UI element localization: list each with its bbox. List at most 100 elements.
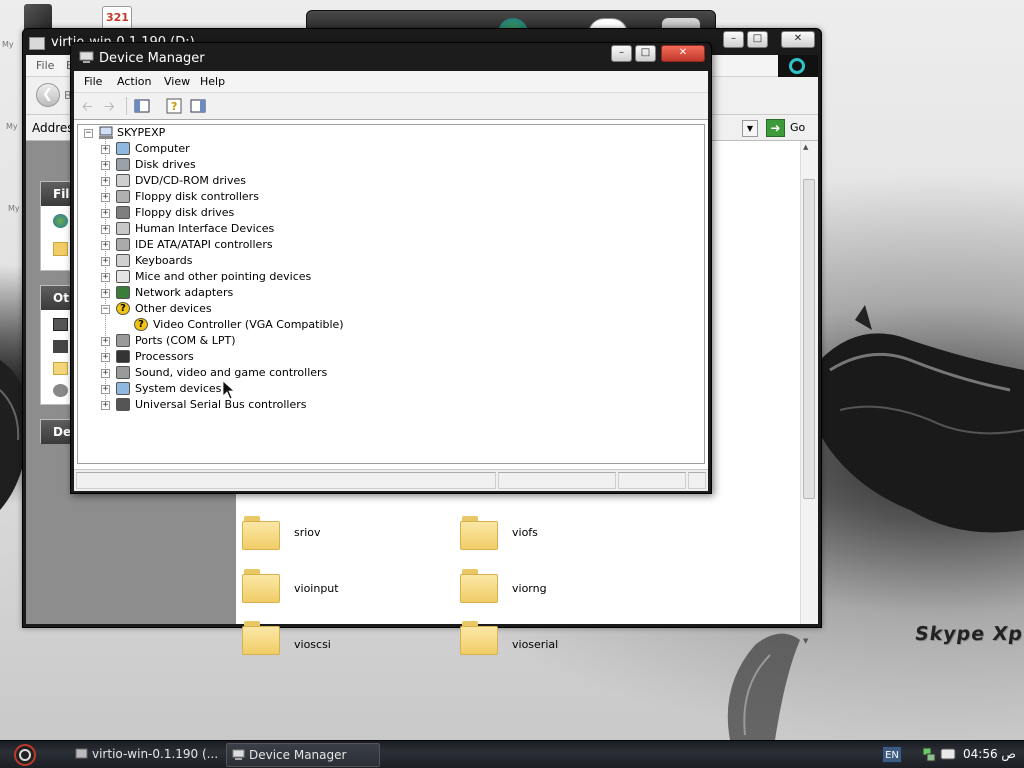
folder-label[interactable]: sriov bbox=[294, 526, 321, 539]
folder-icon[interactable] bbox=[242, 516, 280, 550]
folder-label[interactable]: vioinput bbox=[294, 582, 339, 595]
dm-menu-action[interactable]: Action bbox=[117, 75, 151, 88]
hid-icon bbox=[116, 222, 130, 235]
folder-label[interactable]: vioserial bbox=[512, 638, 558, 651]
expand-toggle[interactable]: + bbox=[101, 401, 110, 410]
language-indicator[interactable]: EN bbox=[882, 746, 902, 763]
device-manager-client-area: File Action View Help 🡠 🡢 ? − SKYPEXP + C… bbox=[74, 71, 708, 491]
category-label[interactable]: Floppy disk controllers bbox=[135, 189, 259, 205]
folder-label[interactable]: viorng bbox=[512, 582, 547, 595]
explorer-menu-file[interactable]: File bbox=[36, 59, 54, 72]
device-manager-window[interactable]: Device Manager – □ ✕ File Action View He… bbox=[70, 42, 712, 494]
expand-toggle[interactable]: + bbox=[101, 225, 110, 234]
show-hide-action-pane-icon[interactable] bbox=[190, 98, 206, 114]
root-node-label[interactable]: SKYPEXP bbox=[117, 125, 165, 141]
system-clock[interactable]: 04:56 ص bbox=[963, 747, 1016, 761]
category-label[interactable]: Processors bbox=[135, 349, 194, 365]
disk-drive-icon bbox=[116, 158, 130, 171]
address-dropdown-button[interactable]: ▼ bbox=[742, 120, 758, 137]
folder-label[interactable]: viofs bbox=[512, 526, 538, 539]
expand-toggle[interactable]: + bbox=[101, 353, 110, 362]
device-tree[interactable]: − SKYPEXP + Computer + Disk drives + DVD/CD-R… bbox=[77, 124, 705, 464]
explorer-minimize-button[interactable]: – bbox=[723, 31, 744, 48]
back-button[interactable]: ❮ bbox=[36, 83, 60, 107]
my-computer-icon[interactable] bbox=[53, 318, 68, 331]
desktop-icon-label-my: My bbox=[2, 40, 14, 49]
folder-icon[interactable] bbox=[460, 516, 498, 550]
expand-toggle[interactable]: + bbox=[101, 209, 110, 218]
category-label[interactable]: Sound, video and game controllers bbox=[135, 365, 327, 381]
share-folder-icon[interactable] bbox=[53, 242, 68, 256]
dm-toolbar: 🡠 🡢 ? bbox=[74, 93, 708, 120]
category-label[interactable]: Disk drives bbox=[135, 157, 196, 173]
mouse-icon bbox=[116, 270, 130, 283]
category-label[interactable]: Network adapters bbox=[135, 285, 233, 301]
network-tray-icon[interactable] bbox=[922, 746, 936, 762]
toolbar-separator bbox=[126, 97, 127, 115]
warning-device-icon: ? bbox=[134, 318, 148, 331]
expand-toggle[interactable]: + bbox=[101, 369, 110, 378]
scroll-thumb[interactable] bbox=[803, 179, 815, 499]
shared-documents-icon[interactable] bbox=[53, 362, 68, 375]
sound-icon bbox=[116, 366, 130, 379]
taskbar-button-explorer[interactable]: virtio-win-0.1.190 (... bbox=[70, 743, 220, 767]
expand-toggle[interactable]: + bbox=[101, 145, 110, 154]
category-label[interactable]: Keyboards bbox=[135, 253, 192, 269]
expand-toggle[interactable]: + bbox=[101, 257, 110, 266]
my-documents-icon[interactable] bbox=[53, 340, 68, 353]
dm-menu-view[interactable]: View bbox=[164, 75, 190, 88]
publish-web-icon[interactable] bbox=[53, 214, 68, 228]
explorer-maximize-button[interactable]: □ bbox=[747, 31, 768, 48]
category-label[interactable]: System devices bbox=[135, 381, 221, 397]
help-icon[interactable]: ? bbox=[166, 98, 182, 114]
folder-icon[interactable] bbox=[242, 569, 280, 603]
explorer-vertical-scrollbar[interactable]: ▲ ▼ bbox=[800, 141, 818, 645]
back-arrow-icon[interactable]: 🡠 bbox=[82, 98, 98, 115]
floppy-controller-icon bbox=[116, 190, 130, 203]
expand-toggle[interactable]: + bbox=[101, 193, 110, 202]
root-collapse-toggle[interactable]: − bbox=[84, 129, 93, 138]
taskbar-button-device-manager[interactable]: Device Manager bbox=[226, 743, 380, 767]
go-button-label[interactable]: Go bbox=[790, 121, 805, 134]
category-label[interactable]: Ports (COM & LPT) bbox=[135, 333, 236, 349]
scroll-up-arrow-icon[interactable]: ▲ bbox=[803, 143, 808, 151]
wallpaper-brand-text: Skype Xp bbox=[913, 623, 1024, 645]
expand-toggle[interactable]: + bbox=[101, 289, 110, 298]
dm-menu-file[interactable]: File bbox=[84, 75, 102, 88]
expand-toggle[interactable]: + bbox=[101, 385, 110, 394]
dm-maximize-button[interactable]: □ bbox=[635, 45, 656, 62]
folder-label[interactable]: vioscsi bbox=[294, 638, 331, 651]
forward-arrow-icon[interactable]: 🡢 bbox=[104, 98, 120, 115]
folder-icon[interactable] bbox=[460, 621, 498, 655]
device-label[interactable]: Video Controller (VGA Compatible) bbox=[153, 317, 344, 333]
category-label[interactable]: Universal Serial Bus controllers bbox=[135, 397, 306, 413]
expand-toggle[interactable]: + bbox=[101, 241, 110, 250]
expand-toggle[interactable]: + bbox=[101, 161, 110, 170]
taskbar: virtio-win-0.1.190 (... Device Manager E… bbox=[0, 740, 1024, 768]
category-label[interactable]: Human Interface Devices bbox=[135, 221, 274, 237]
dm-minimize-button[interactable]: – bbox=[611, 45, 632, 62]
show-hide-console-tree-icon[interactable] bbox=[134, 98, 150, 114]
dm-menu-help[interactable]: Help bbox=[200, 75, 225, 88]
wallpaper-creature-bottom bbox=[727, 633, 800, 740]
dm-close-button[interactable]: ✕ bbox=[661, 45, 705, 62]
expand-toggle[interactable]: + bbox=[101, 273, 110, 282]
network-places-icon[interactable] bbox=[53, 384, 68, 397]
category-label[interactable]: IDE ATA/ATAPI controllers bbox=[135, 237, 273, 253]
messenger-tray-icon[interactable] bbox=[940, 746, 956, 762]
root-computer-icon bbox=[99, 126, 113, 139]
start-button[interactable] bbox=[8, 743, 42, 767]
expand-toggle[interactable]: + bbox=[101, 177, 110, 186]
scroll-down-arrow-icon[interactable]: ▼ bbox=[803, 637, 808, 645]
folder-icon[interactable] bbox=[242, 621, 280, 655]
expand-toggle[interactable]: + bbox=[101, 337, 110, 346]
category-label[interactable]: Mice and other pointing devices bbox=[135, 269, 311, 285]
category-label[interactable]: DVD/CD-ROM drives bbox=[135, 173, 246, 189]
category-label[interactable]: Computer bbox=[135, 141, 190, 157]
category-label[interactable]: Other devices bbox=[135, 301, 212, 317]
go-arrow-icon[interactable]: ➜ bbox=[766, 119, 785, 137]
expand-toggle[interactable]: − bbox=[101, 305, 110, 314]
explorer-close-button[interactable]: ✕ bbox=[781, 31, 815, 48]
category-label[interactable]: Floppy disk drives bbox=[135, 205, 234, 221]
folder-icon[interactable] bbox=[460, 569, 498, 603]
